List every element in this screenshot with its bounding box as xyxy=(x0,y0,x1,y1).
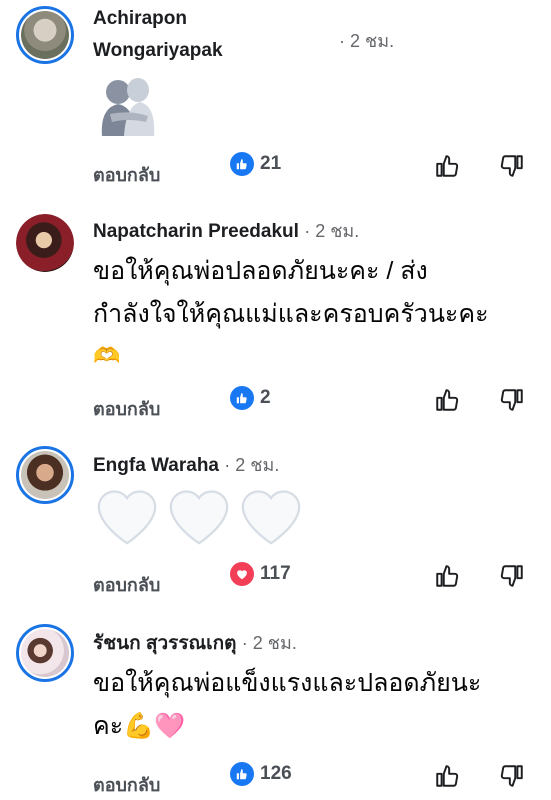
heart-hands-emoji: 🫶 xyxy=(93,343,121,368)
comment-text-line1: ขอให้คุณพ่อปลอดภัยนะคะ / ส่ง xyxy=(93,257,428,285)
reaction-count: 117 xyxy=(260,563,291,584)
thumbs-up-outline-icon[interactable] xyxy=(434,153,460,179)
white-heart-icon xyxy=(169,490,229,545)
hug-sticker xyxy=(101,78,155,136)
commenter-name[interactable]: Napatcharin Preedakul · 2 ชม. xyxy=(93,216,359,245)
reaction-summary[interactable]: 126 xyxy=(230,762,292,786)
comment-time[interactable]: · 2 ชม. xyxy=(224,455,279,475)
reaction-summary[interactable]: 2 xyxy=(230,386,271,410)
reaction-summary[interactable]: 117 xyxy=(230,562,291,586)
thumbs-down-outline-icon[interactable] xyxy=(499,153,525,179)
commenter-name-line2[interactable]: Wongariyapak xyxy=(93,40,223,62)
reaction-summary[interactable]: 21 xyxy=(230,152,281,176)
love-reaction-icon xyxy=(230,562,254,586)
avatar[interactable] xyxy=(16,446,74,504)
thumbs-down-outline-icon[interactable] xyxy=(499,563,525,589)
flexed-biceps-heart-emoji: 💪🩷 xyxy=(123,712,186,740)
reply-link[interactable]: ตอบกลับ xyxy=(93,394,160,423)
thumbs-down-outline-icon[interactable] xyxy=(499,763,525,789)
white-hearts-emoji: 🤍🤍🤍 xyxy=(93,484,305,546)
reaction-count: 2 xyxy=(260,387,271,408)
like-reaction-icon xyxy=(230,762,254,786)
like-reaction-icon xyxy=(230,152,254,176)
white-heart-icon xyxy=(97,490,157,545)
comment-time[interactable]: · 2 ชม. xyxy=(304,221,359,241)
comment-time[interactable]: · 2 ชม. xyxy=(339,26,394,55)
comment-text-line2: คะ💪🩷 xyxy=(93,712,186,740)
reaction-count: 126 xyxy=(260,763,292,784)
thumbs-up-outline-icon[interactable] xyxy=(434,387,460,413)
like-reaction-icon xyxy=(230,386,254,410)
avatar[interactable] xyxy=(16,624,74,682)
comment-text-line2: กำลังใจให้คุณแม่และครอบครัวนะคะ xyxy=(93,300,489,328)
reply-link[interactable]: ตอบกลับ xyxy=(93,770,160,799)
white-heart-icon xyxy=(241,490,301,545)
commenter-name[interactable]: Achirapon xyxy=(93,8,187,30)
avatar[interactable] xyxy=(16,214,74,272)
comment-time[interactable]: · 2 ชม. xyxy=(242,633,297,653)
comment-text-line1: ขอให้คุณพ่อแข็งแรงและปลอดภัยนะ xyxy=(93,669,482,697)
reply-link[interactable]: ตอบกลับ xyxy=(93,160,160,189)
reaction-count: 21 xyxy=(260,153,282,174)
commenter-name[interactable]: รัชนก สุวรรณเกตุ · 2 ชม. xyxy=(93,628,297,658)
thumbs-up-outline-icon[interactable] xyxy=(434,763,460,789)
avatar[interactable] xyxy=(16,6,74,64)
reply-link[interactable]: ตอบกลับ xyxy=(93,570,160,599)
thumbs-up-outline-icon[interactable] xyxy=(434,563,460,589)
thumbs-down-outline-icon[interactable] xyxy=(499,387,525,413)
commenter-name[interactable]: Engfa Waraha · 2 ชม. xyxy=(93,450,279,479)
